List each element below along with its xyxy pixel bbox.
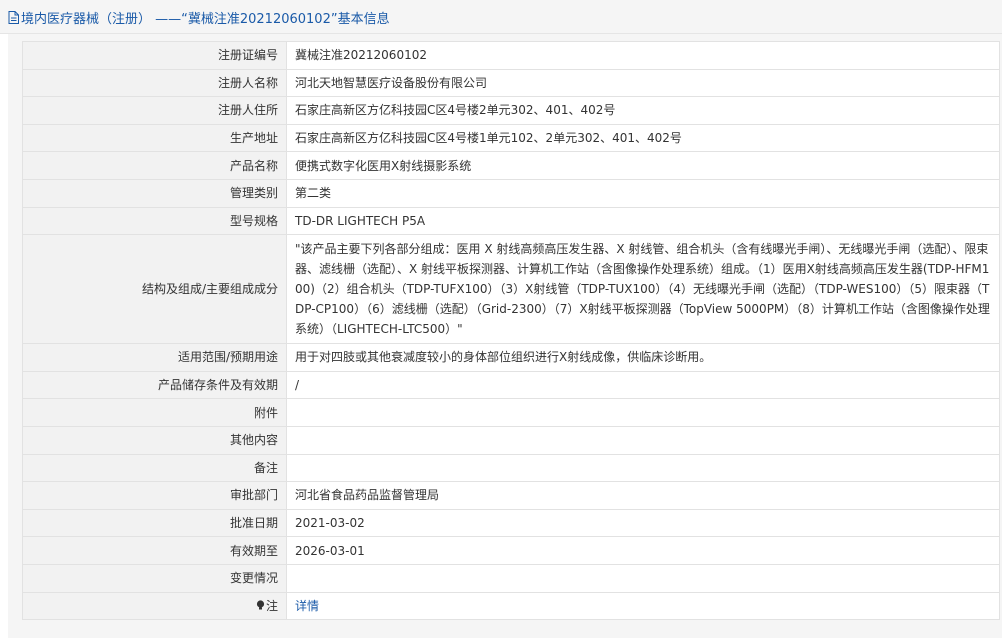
- table-row: 注册证编号 冀械注准20212060102: [22, 41, 1000, 70]
- row-value: 2026-03-01: [286, 536, 1000, 565]
- row-value: [286, 425, 1000, 455]
- row-value: 河北省食品药品监督管理局: [286, 481, 1000, 510]
- row-label: 备注: [22, 453, 287, 483]
- row-value: /: [286, 370, 1000, 400]
- note-label-cell: 注: [22, 591, 287, 621]
- row-label: 产品名称: [22, 151, 287, 180]
- content-panel: 注册证编号 冀械注准20212060102 注册人名称 河北天地智慧医疗设备股份…: [8, 34, 1002, 638]
- row-label: 批准日期: [22, 508, 287, 538]
- row-value: 便携式数字化医用X射线摄影系统: [286, 151, 1000, 180]
- details-link[interactable]: 详情: [295, 599, 319, 613]
- row-label: 注册人住所: [22, 96, 287, 125]
- table-row: 型号规格 TD-DR LIGHTECH P5A: [22, 206, 1000, 236]
- row-label: 其他内容: [22, 425, 287, 455]
- table-row: 附件: [22, 398, 1000, 427]
- table-row: 产品名称 便携式数字化医用X射线摄影系统: [22, 151, 1000, 180]
- page-header: 境内医疗器械（注册） ——“冀械注准20212060102”基本信息: [0, 0, 1002, 34]
- table-row: 审批部门 河北省食品药品监督管理局: [22, 481, 1000, 510]
- row-label: 变更情况: [22, 563, 287, 593]
- table-row: 其他内容: [22, 425, 1000, 455]
- table-row: 批准日期 2021-03-02: [22, 508, 1000, 538]
- table-row: 管理类别 第二类: [22, 178, 1000, 208]
- row-value: 河北天地智慧医疗设备股份有限公司: [286, 68, 1000, 98]
- row-label: 型号规格: [22, 206, 287, 236]
- row-value: TD-DR LIGHTECH P5A: [286, 206, 1000, 236]
- row-value: [286, 398, 1000, 427]
- lightbulb-icon: [256, 600, 265, 610]
- table-row: 有效期至 2026-03-01: [22, 536, 1000, 565]
- row-value: 第二类: [286, 178, 1000, 208]
- row-value: "该产品主要下列各部分组成：医用 X 射线高频高压发生器、X 射线管、组合机头（…: [286, 234, 1000, 345]
- row-label: 注册人名称: [22, 68, 287, 98]
- page-title: 境内医疗器械（注册） ——“冀械注准20212060102”基本信息: [8, 8, 390, 27]
- table-row-note: 注 详情: [22, 591, 1000, 621]
- table-row: 产品储存条件及有效期 /: [22, 370, 1000, 400]
- row-label: 附件: [22, 398, 287, 427]
- row-label: 适用范围/预期用途: [22, 343, 287, 372]
- table-row: 注册人住所 石家庄高新区方亿科技园C区4号楼2单元302、401、402号: [22, 96, 1000, 125]
- row-value: 用于对四肢或其他衰减度较小的身体部位组织进行X射线成像，供临床诊断用。: [286, 343, 1000, 372]
- table-row: 生产地址 石家庄高新区方亿科技园C区4号楼1单元102、2单元302、401、4…: [22, 123, 1000, 153]
- table-row: 变更情况: [22, 563, 1000, 593]
- row-value: 2021-03-02: [286, 508, 1000, 538]
- table-row: 适用范围/预期用途 用于对四肢或其他衰减度较小的身体部位组织进行X射线成像，供临…: [22, 343, 1000, 372]
- info-table: 注册证编号 冀械注准20212060102 注册人名称 河北天地智慧医疗设备股份…: [22, 41, 1000, 621]
- page-title-text: 境内医疗器械（注册） ——“冀械注准20212060102”基本信息: [21, 12, 390, 27]
- row-value: 冀械注准20212060102: [286, 41, 1000, 70]
- row-value: 石家庄高新区方亿科技园C区4号楼2单元302、401、402号: [286, 96, 1000, 125]
- row-label: 产品储存条件及有效期: [22, 370, 287, 400]
- table-row: 结构及组成/主要组成成分 "该产品主要下列各部分组成：医用 X 射线高频高压发生…: [22, 234, 1000, 345]
- row-value: [286, 563, 1000, 593]
- row-label: 审批部门: [22, 481, 287, 510]
- row-label: 注册证编号: [22, 41, 287, 70]
- table-row: 注册人名称 河北天地智慧医疗设备股份有限公司: [22, 68, 1000, 98]
- table-row: 备注: [22, 453, 1000, 483]
- row-label: 有效期至: [22, 536, 287, 565]
- row-label: 结构及组成/主要组成成分: [22, 234, 287, 345]
- row-value: 石家庄高新区方亿科技园C区4号楼1单元102、2单元302、401、402号: [286, 123, 1000, 153]
- row-label: 管理类别: [22, 178, 287, 208]
- document-icon: [8, 11, 19, 24]
- row-label: 生产地址: [22, 123, 287, 153]
- row-value: [286, 453, 1000, 483]
- note-label: 注: [265, 598, 278, 613]
- note-value-cell: 详情: [286, 591, 1000, 621]
